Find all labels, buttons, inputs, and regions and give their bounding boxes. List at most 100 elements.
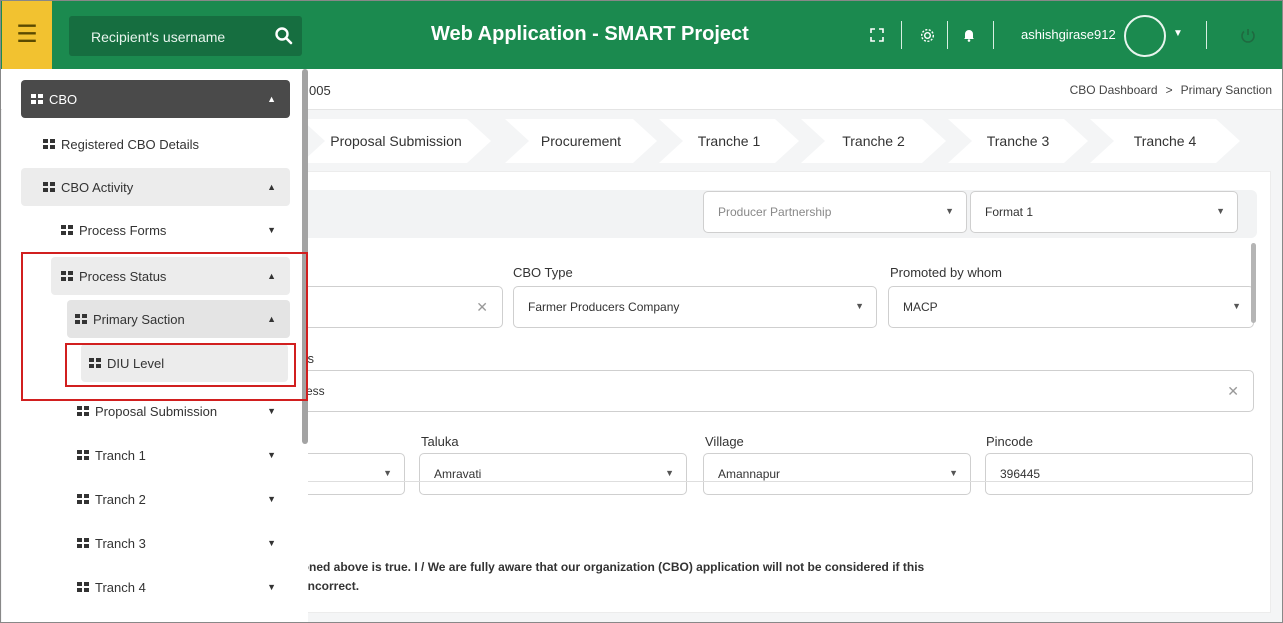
address-value: ess <box>306 384 325 398</box>
header-divider <box>947 21 948 49</box>
sidebar-item-label: Tranch 2 <box>95 491 146 507</box>
grid-icon <box>31 94 43 104</box>
address-field[interactable]: ess ✕ <box>291 370 1254 412</box>
app-title: Web Application - SMART Project <box>431 23 749 45</box>
chevron-up-icon: ▲ <box>267 182 276 192</box>
power-icon[interactable] <box>1239 27 1257 45</box>
grid-icon <box>77 494 89 504</box>
username[interactable]: ashishgirase912 <box>1021 27 1116 42</box>
step-tranche-3[interactable]: Tranche 3 <box>948 119 1088 163</box>
search-input[interactable] <box>69 16 278 58</box>
breadcrumb-item[interactable]: CBO Dashboard <box>1070 83 1158 97</box>
sidebar-item-label: Registered CBO Details <box>61 136 199 152</box>
sidebar-item-label: Tranch 4 <box>95 579 146 595</box>
header-divider <box>901 21 902 49</box>
village-label: Village <box>705 434 744 449</box>
step-procurement[interactable]: Procurement <box>505 119 657 163</box>
promoted-by-label: Promoted by whom <box>890 265 1002 280</box>
cbo-type-select[interactable]: Farmer Producers Company ▼ <box>513 286 877 328</box>
cbo-name-field[interactable]: ✕ <box>301 286 503 328</box>
chevron-down-icon: ▼ <box>855 301 864 311</box>
format-select-value: Format 1 <box>985 205 1034 219</box>
grid-icon <box>61 225 73 235</box>
chevron-down-icon: ▼ <box>267 582 276 592</box>
clear-icon[interactable]: ✕ <box>1227 383 1239 400</box>
format-select[interactable]: Format 1 ▼ <box>970 191 1238 233</box>
breadcrumb-item: Primary Sanction <box>1180 83 1272 97</box>
avatar[interactable] <box>1124 15 1166 57</box>
sidebar-item-label: Process Forms <box>79 222 167 238</box>
top-bar: ☰ Web Application - SMART Project ashish… <box>1 1 1282 69</box>
bell-icon[interactable] <box>959 25 979 45</box>
sidebar-item-process-forms[interactable]: Process Forms ▼ <box>21 211 290 249</box>
chevron-down-icon: ▼ <box>949 468 958 478</box>
step-tranche-2[interactable]: Tranche 2 <box>801 119 946 163</box>
gear-icon[interactable] <box>917 25 937 45</box>
grid-icon <box>77 538 89 548</box>
sidebar-item-label: Tranch 1 <box>95 447 146 463</box>
chevron-down-icon: ▼ <box>1232 301 1241 311</box>
sidebar-item-cbo[interactable]: CBO ▲ <box>21 80 290 118</box>
sidebar-item-label: CBO Activity <box>61 179 134 195</box>
producer-select[interactable]: Producer Partnership ▼ <box>703 191 967 233</box>
producer-select-value: Producer Partnership <box>718 205 832 219</box>
grid-icon <box>77 406 89 416</box>
chevron-down-icon: ▼ <box>383 468 392 478</box>
chevron-up-icon: ▲ <box>267 94 276 104</box>
fullscreen-icon[interactable] <box>867 25 887 45</box>
app-window: ☰ Web Application - SMART Project ashish… <box>0 0 1283 623</box>
taluka-select[interactable]: Amravati ▼ <box>419 453 687 495</box>
sidebar-item-label: CBO <box>49 91 78 107</box>
sidebar-item-tranch-1[interactable]: Tranch 1 ▼ <box>21 436 290 474</box>
chevron-down-icon: ▼ <box>945 206 954 216</box>
cbo-type-value: Farmer Producers Company <box>528 300 680 314</box>
sidebar-item-tranch-4[interactable]: Tranch 4 ▼ <box>21 568 290 606</box>
breadcrumb-separator: > <box>1165 83 1173 97</box>
chevron-down-icon: ▼ <box>267 450 276 460</box>
chevron-down-icon: ▼ <box>665 468 674 478</box>
taluka-value: Amravati <box>434 467 482 481</box>
header-divider <box>993 21 994 49</box>
hamburger-icon: ☰ <box>16 21 38 48</box>
chevron-down-icon: ▼ <box>1216 206 1225 216</box>
pincode-value: 396445 <box>1000 467 1041 481</box>
promoted-by-value: MACP <box>903 300 938 314</box>
sidebar-item-registered-cbo-details[interactable]: Registered CBO Details <box>21 125 290 163</box>
grid-icon <box>77 582 89 592</box>
main-scrollbar[interactable] <box>1251 243 1256 323</box>
step-tranche-1[interactable]: Tranche 1 <box>659 119 799 163</box>
sidebar-item-cbo-activity[interactable]: CBO Activity ▲ <box>21 168 290 206</box>
sidebar-item-tranch-2[interactable]: Tranch 2 ▼ <box>21 480 290 518</box>
declaration-line: ntioned above is true. I / We are fully … <box>287 560 925 574</box>
search-box <box>69 16 302 58</box>
search-icon[interactable] <box>274 26 294 46</box>
header-divider <box>1206 21 1207 49</box>
chevron-down-icon[interactable]: ▼ <box>1173 28 1183 39</box>
sidebar-item-label: Proposal Submission <box>95 403 218 419</box>
grid-icon <box>43 139 55 149</box>
chevron-down-icon: ▼ <box>267 406 276 416</box>
clear-icon[interactable]: ✕ <box>476 299 488 316</box>
sidebar-item-tranch-3[interactable]: Tranch 3 ▼ <box>21 524 290 562</box>
district-select[interactable]: ▼ <box>301 453 405 495</box>
step-tranche-4[interactable]: Tranche 4 <box>1090 119 1240 163</box>
taluka-label: Taluka <box>421 434 459 449</box>
pincode-field[interactable]: 396445 <box>985 453 1253 495</box>
chevron-down-icon: ▼ <box>267 494 276 504</box>
grid-icon <box>43 182 55 192</box>
breadcrumb: CBO Dashboard > Primary Sanction <box>1070 83 1272 97</box>
declaration-line: be incorrect. <box>287 579 360 593</box>
chevron-down-icon: ▼ <box>267 225 276 235</box>
step-proposal-submission[interactable]: Proposal Submission <box>301 119 491 163</box>
promoted-by-select[interactable]: MACP ▼ <box>888 286 1254 328</box>
sidebar-item-label: Tranch 3 <box>95 535 146 551</box>
menu-toggle-button[interactable]: ☰ <box>2 1 52 69</box>
pincode-label: Pincode <box>986 434 1033 449</box>
step-tracker: Proposal Submission Procurement Tranche … <box>301 119 1261 163</box>
cbo-type-label: CBO Type <box>513 265 573 280</box>
village-value: Amannapur <box>718 467 781 481</box>
sidebar: CBO ▲ Registered CBO Details CBO Activit… <box>2 69 308 622</box>
village-select[interactable]: Amannapur ▼ <box>703 453 971 495</box>
chevron-down-icon: ▼ <box>267 538 276 548</box>
page-title: 005 <box>309 83 331 98</box>
